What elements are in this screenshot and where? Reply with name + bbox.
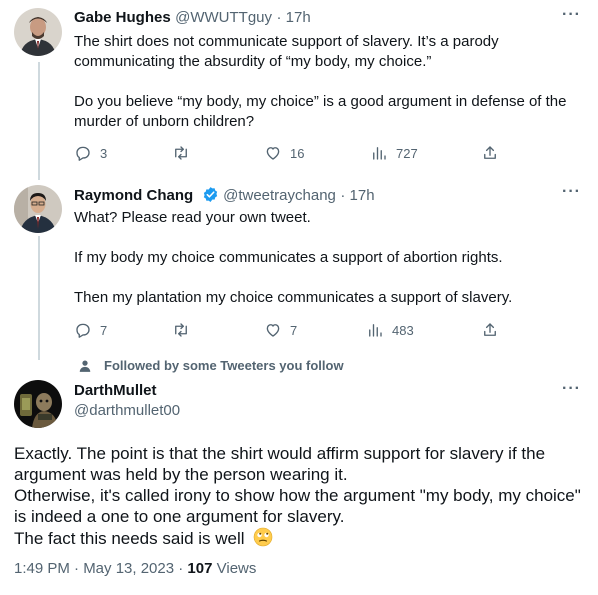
reply-count: 7 — [100, 322, 108, 338]
views-button[interactable]: 727 — [370, 144, 418, 162]
author-name[interactable]: Raymond Chang — [74, 187, 193, 204]
reply-count: 3 — [100, 145, 108, 161]
tweet-time[interactable]: · 17h — [276, 9, 310, 26]
views-button[interactable]: 483 — [366, 321, 414, 339]
verified-badge-icon — [203, 187, 217, 202]
more-options-icon[interactable]: ··· — [562, 183, 581, 201]
views-label: Views — [216, 560, 257, 577]
tweet-time[interactable]: · 17h — [340, 187, 374, 204]
heart-icon — [266, 324, 280, 337]
thread-line — [38, 236, 40, 360]
reply-button[interactable]: 7 — [74, 321, 107, 339]
like-count: 16 — [290, 145, 305, 161]
like-button[interactable]: 16 — [264, 144, 304, 162]
author-name[interactable]: Gabe Hughes — [74, 9, 171, 26]
person-icon — [79, 359, 91, 372]
retweet-icon — [175, 323, 187, 337]
thread-line — [38, 62, 40, 180]
avatar-darthmullet[interactable] — [14, 380, 62, 428]
author-name[interactable]: DarthMullet — [74, 382, 157, 399]
view-count: 483 — [392, 322, 414, 338]
like-count: 7 — [290, 322, 298, 338]
face-with-rolling-eyes-icon — [253, 527, 273, 552]
avatar-gabe-hughes[interactable] — [14, 8, 62, 56]
view-count: 727 — [396, 145, 418, 161]
retweet-button[interactable] — [172, 321, 190, 339]
share-button[interactable] — [481, 144, 499, 162]
share-icon — [484, 323, 496, 336]
retweet-icon — [175, 146, 187, 160]
tweet-timestamp: 1:49 PM · May 13, 2023 · 107 Views — [14, 560, 256, 577]
share-icon — [484, 146, 496, 159]
author-handle[interactable]: @tweetraychang — [223, 187, 336, 204]
tweet-text: What? Please read your own tweet. If my … — [74, 209, 513, 306]
main-tweet-text: Exactly. The point is that the shirt wou… — [14, 444, 581, 548]
heart-icon — [266, 147, 280, 160]
tweet-text: The shirt does not communicate support o… — [74, 33, 567, 130]
retweet-button[interactable] — [172, 144, 190, 162]
timestamp-text[interactable]: 1:49 PM · May 13, 2023 · — [14, 560, 183, 577]
analytics-icon — [369, 324, 382, 337]
more-options-icon[interactable]: ··· — [562, 6, 581, 24]
analytics-icon — [373, 147, 386, 160]
more-options-icon[interactable]: ··· — [562, 380, 581, 398]
like-button[interactable]: 7 — [264, 321, 297, 339]
share-button[interactable] — [481, 321, 499, 339]
views-count: 107 — [187, 560, 213, 577]
reply-icon — [76, 323, 90, 338]
reply-icon — [76, 146, 90, 161]
author-handle[interactable]: @WWUTTguy — [175, 9, 272, 26]
author-handle[interactable]: @darthmullet00 — [74, 402, 180, 419]
reply-button[interactable]: 3 — [74, 144, 107, 162]
social-context: Followed by some Tweeters you follow — [78, 358, 344, 373]
avatar-raymond-chang[interactable] — [14, 185, 62, 233]
social-context-text[interactable]: Followed by some Tweeters you follow — [104, 358, 344, 373]
